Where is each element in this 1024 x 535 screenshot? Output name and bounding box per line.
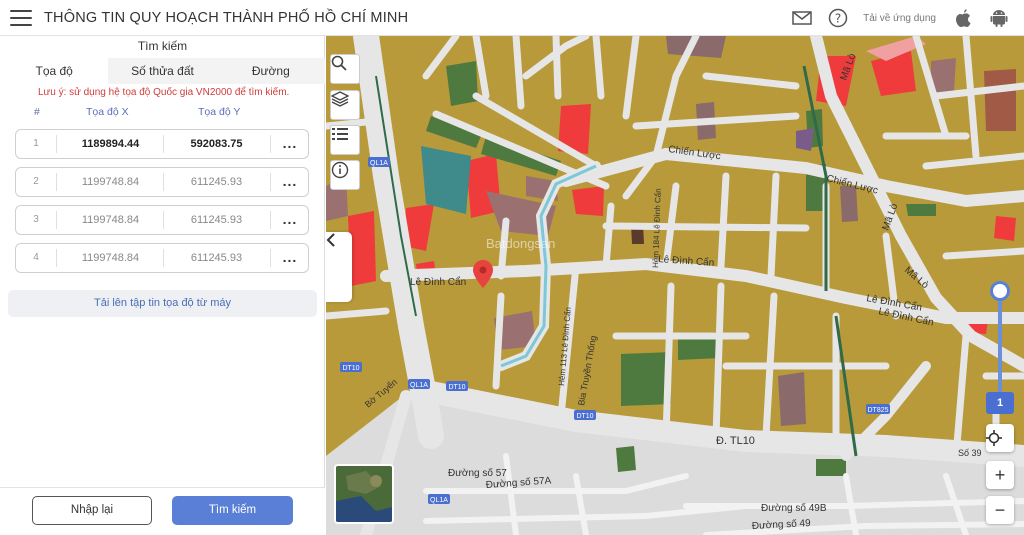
row-divider	[56, 211, 57, 229]
panel-title: Tìm kiếm	[137, 39, 188, 53]
tab-street[interactable]: Đường	[217, 58, 325, 84]
svg-text:DT825: DT825	[867, 407, 888, 414]
row-divider	[270, 211, 271, 229]
map-layers-button[interactable]	[330, 90, 360, 120]
road-badge-ql1a: QL1A	[368, 157, 390, 167]
row-divider	[56, 249, 57, 267]
row-number: 1	[33, 138, 39, 149]
row-number: 2	[33, 176, 39, 187]
header-actions: ? Tải về ứng dụng	[791, 0, 1010, 36]
zoom-level-badge: 1	[986, 392, 1014, 414]
road-badge-ql1a: QL1A	[428, 494, 450, 504]
layers-icon	[331, 91, 349, 107]
coordinate-row: 1 1189894.44 592083.75 ...	[15, 129, 309, 159]
row-more-button[interactable]: ...	[272, 206, 308, 232]
map-watermark: Batdongsan	[486, 236, 555, 251]
svg-text:QL1A: QL1A	[370, 160, 388, 167]
zoom-slider-handle[interactable]	[990, 281, 1010, 301]
row-divider	[56, 173, 57, 191]
tab-parcel-number[interactable]: Số thửa đất	[108, 58, 216, 84]
street-label-le-dinh-can: Lê Đình Cẩn	[410, 276, 466, 288]
menu-icon[interactable]	[10, 9, 32, 26]
road-badge-dt10: DT10	[574, 410, 596, 420]
map-info-button[interactable]	[330, 160, 360, 190]
svg-text:?: ?	[835, 12, 841, 26]
street-label-so-39: Số 39	[958, 448, 982, 458]
row-divider	[270, 173, 271, 191]
coordinate-row: 2 1199748.84 611245.93 ...	[15, 167, 309, 197]
zoom-in-button[interactable]: +	[986, 461, 1014, 489]
road-badge-dt10: DT10	[340, 362, 362, 372]
tab-coordinates[interactable]: Tọa độ	[0, 58, 109, 84]
search-button[interactable]: Tìm kiếm	[172, 496, 293, 525]
coordinate-x-input[interactable]: 1199748.84	[58, 206, 163, 234]
coordinate-y-input[interactable]: 592083.75	[164, 130, 269, 158]
row-number: 4	[33, 252, 39, 263]
coordinate-y-input[interactable]: 611245.93	[164, 168, 269, 196]
row-more-button[interactable]: ...	[272, 244, 308, 270]
coordinate-warning: Lưu ý: sử dụng hệ tọa độ Quốc gia VN2000…	[38, 87, 290, 98]
list-icon	[332, 128, 348, 140]
upload-coordinates-button[interactable]: Tải lên tập tin tọa độ từ máy	[8, 290, 317, 317]
street-label-duong-49b: Đường số 49B	[761, 502, 827, 514]
chevron-left-icon	[326, 233, 335, 247]
svg-text:QL1A: QL1A	[410, 382, 428, 389]
coordinate-row: 3 1199748.84 611245.93 ...	[15, 205, 309, 235]
satellite-thumbnail	[336, 466, 392, 522]
download-app-label[interactable]: Tải về ứng dụng	[863, 13, 936, 24]
reset-button[interactable]: Nhập lại	[32, 496, 152, 525]
svg-text:DT10: DT10	[448, 384, 465, 391]
search-panel: Tìm kiếm Tọa độ Số thửa đất Đường Lưu ý:…	[0, 36, 325, 535]
map-search-button[interactable]	[330, 54, 360, 84]
search-tabs: Tọa độ Số thửa đất Đường	[0, 58, 325, 84]
coordinate-x-input[interactable]: 1199748.84	[58, 168, 163, 196]
svg-text:DT10: DT10	[342, 365, 359, 372]
coordinate-row: 4 1199748.84 611245.93 ...	[15, 243, 309, 273]
row-more-button[interactable]: ...	[272, 130, 308, 156]
row-divider	[56, 135, 57, 153]
row-divider	[270, 135, 271, 153]
map-canvas: Chiến Lược Chiến Lược Lê Đình Cẩn Lê Đìn…	[326, 36, 1024, 535]
svg-text:DT10: DT10	[576, 413, 593, 420]
column-header-y: Tọa độ Y	[198, 106, 241, 118]
column-header-x: Tọa độ X	[86, 106, 129, 118]
zoom-out-button[interactable]: −	[986, 496, 1014, 524]
mail-icon[interactable]	[791, 7, 813, 29]
road-badge-ql1a: QL1A	[408, 379, 430, 389]
satellite-view-toggle[interactable]	[334, 464, 394, 524]
app-title: THÔNG TIN QUY HOẠCH THÀNH PHỐ HỒ CHÍ MIN…	[44, 9, 409, 26]
svg-text:QL1A: QL1A	[430, 497, 448, 504]
column-header-num: #	[34, 106, 40, 118]
collapse-panel-button[interactable]	[326, 232, 352, 302]
app-header: THÔNG TIN QUY HOẠCH THÀNH PHỐ HỒ CHÍ MIN…	[0, 0, 1024, 36]
row-divider	[270, 249, 271, 267]
android-icon[interactable]	[988, 7, 1010, 29]
row-number: 3	[33, 214, 39, 225]
panel-footer: Nhập lại Tìm kiếm	[0, 487, 325, 535]
map-legend-button[interactable]	[330, 125, 360, 155]
coordinate-y-input[interactable]: 611245.93	[164, 244, 269, 272]
search-icon	[331, 55, 347, 71]
planning-map[interactable]: Chiến Lược Chiến Lược Lê Đình Cẩn Lê Đìn…	[326, 36, 1024, 535]
info-icon	[331, 161, 349, 179]
coordinate-x-input[interactable]: 1199748.84	[58, 244, 163, 272]
street-label-tl10: Đ. TL10	[716, 435, 755, 447]
row-more-button[interactable]: ...	[272, 168, 308, 194]
coordinate-x-input[interactable]: 1189894.44	[58, 130, 163, 158]
street-label-duong-57: Đường số 57	[448, 467, 507, 479]
road-badge-dt825: DT825	[866, 404, 890, 414]
road-badge-dt10: DT10	[446, 381, 468, 391]
coordinate-y-input[interactable]: 611245.93	[164, 206, 269, 234]
zoom-slider-track[interactable]	[998, 294, 1002, 394]
help-icon[interactable]: ?	[827, 7, 849, 29]
apple-icon[interactable]	[952, 7, 974, 29]
locate-button[interactable]	[986, 424, 1014, 452]
crosshair-icon	[986, 430, 1002, 446]
